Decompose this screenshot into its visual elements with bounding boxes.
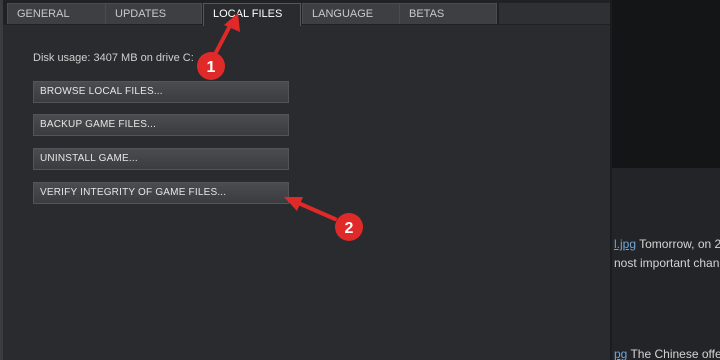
background-text-line: nost important chan [614,256,720,270]
tab-local-files[interactable]: LOCAL FILES [203,3,301,26]
browse-local-files-button[interactable]: BROWSE LOCAL FILES... [33,81,289,103]
background-text-line: pg The Chinese offe [614,347,720,360]
uninstall-game-button[interactable]: UNINSTALL GAME... [33,148,289,170]
backup-game-files-button[interactable]: BACKUP GAME FILES... [33,114,289,136]
background-link[interactable]: l.jpg [614,237,636,251]
background-text: The Chinese offe [627,347,720,360]
tab-updates[interactable]: UPDATES [105,3,202,24]
verify-integrity-button[interactable]: VERIFY INTEGRITY OF GAME FILES... [33,182,289,204]
tab-bar-filler [499,3,610,24]
disk-usage-label: Disk usage: 3407 MB on drive C: [33,52,194,64]
background-page-header [612,0,720,168]
background-link[interactable]: pg [614,347,627,360]
tab-betas[interactable]: BETAS [399,3,497,24]
tab-language[interactable]: LANGUAGE [302,3,400,24]
background-text-line: l.jpg Tomorrow, on 2 [614,237,720,251]
screenshot-stage: l.jpg Tomorrow, on 2 nost important chan… [0,0,720,360]
background-text: Tomorrow, on 2 [636,237,720,251]
tab-general[interactable]: GENERAL [7,3,106,24]
